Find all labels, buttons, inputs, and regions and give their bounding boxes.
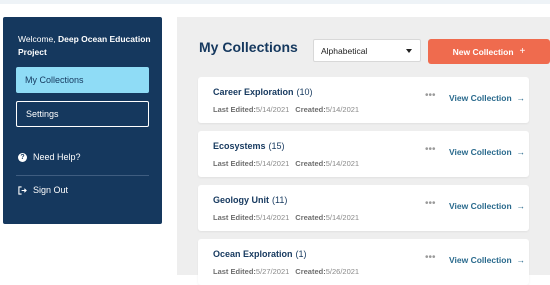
- top-strip: [0, 0, 550, 4]
- collection-card: Geology Unit (11) Last Edited:5/14/2021 Cr…: [198, 185, 529, 231]
- main-panel: My Collections Alphabetical New Collecti…: [177, 17, 550, 285]
- page-title: My Collections: [199, 39, 298, 55]
- collection-title: Ecosystems (15): [213, 141, 285, 151]
- new-collection-label: New Collection: [452, 46, 514, 57]
- collection-count: (15): [268, 141, 285, 151]
- more-dots-icon[interactable]: •••: [425, 144, 436, 155]
- last-edited-label: Last Edited:: [213, 159, 256, 168]
- view-collection-link[interactable]: View Collection →: [449, 147, 525, 157]
- view-collection-link[interactable]: View Collection →: [449, 93, 525, 103]
- nav-settings-label: Settings: [26, 109, 59, 119]
- collection-name[interactable]: Geology Unit: [213, 195, 269, 205]
- last-edited-label: Last Edited:: [213, 213, 256, 222]
- nav-my-collections-label: My Collections: [25, 75, 84, 85]
- nav-my-collections[interactable]: My Collections: [16, 67, 149, 93]
- created-value: 5/14/2021: [325, 159, 360, 168]
- more-dots-icon[interactable]: •••: [425, 252, 436, 263]
- created-label: Created:: [295, 159, 326, 168]
- nav-settings[interactable]: Settings: [16, 101, 149, 127]
- need-help-label: Need Help?: [33, 152, 81, 162]
- last-edited-value: 5/14/2021: [255, 159, 290, 168]
- collection-title: Geology Unit (11): [213, 195, 287, 205]
- plus-icon: +: [519, 46, 526, 57]
- question-circle-icon: ?: [18, 152, 27, 162]
- collection-name[interactable]: Ocean Exploration: [213, 249, 293, 259]
- collection-count: (11): [272, 195, 288, 205]
- collection-count: (1): [295, 249, 307, 259]
- last-edited-value: 5/14/2021: [255, 105, 290, 114]
- collection-card: Career Exploration (10) Last Edited:5/14/…: [198, 77, 529, 123]
- collection-meta: Last Edited:5/14/2021 Created:5/14/2021: [213, 105, 359, 114]
- collection-meta: Last Edited:5/14/2021 Created:5/14/2021: [213, 159, 359, 168]
- view-collection-label: View Collection: [449, 255, 512, 265]
- created-value: 5/14/2021: [325, 105, 360, 114]
- arrow-right-icon: →: [516, 93, 526, 103]
- created-label: Created:: [295, 213, 326, 222]
- arrow-right-icon: →: [516, 201, 526, 211]
- collection-name[interactable]: Career Exploration: [213, 87, 294, 97]
- more-dots-icon[interactable]: •••: [425, 198, 436, 209]
- collection-name[interactable]: Ecosystems: [213, 141, 266, 151]
- created-value: 5/14/2021: [325, 213, 360, 222]
- sign-out-icon: [18, 185, 27, 195]
- welcome-prefix: Welcome,: [18, 34, 58, 44]
- arrow-right-icon: →: [516, 147, 526, 157]
- collection-title: Ocean Exploration (1): [213, 249, 307, 259]
- sort-selected-value: Alphabetical: [321, 45, 368, 56]
- arrow-right-icon: →: [516, 255, 526, 265]
- more-dots-icon[interactable]: •••: [425, 90, 436, 101]
- collection-meta: Last Edited:5/14/2021 Created:5/14/2021: [213, 213, 359, 222]
- view-collection-link[interactable]: View Collection →: [449, 201, 525, 211]
- new-collection-button[interactable]: New Collection +: [428, 39, 550, 64]
- view-collection-label: View Collection: [449, 93, 512, 103]
- welcome-message: Welcome, Deep Ocean Education Project: [18, 33, 158, 59]
- view-collection-label: View Collection: [449, 147, 512, 157]
- sort-select[interactable]: Alphabetical: [313, 39, 421, 62]
- last-edited-label: Last Edited:: [213, 105, 256, 114]
- last-edited-value: 5/14/2021: [255, 213, 290, 222]
- view-collection-label: View Collection: [449, 201, 512, 211]
- collection-card: Ecosystems (15) Last Edited:5/14/2021 Crea…: [198, 131, 529, 177]
- sign-out-label: Sign Out: [33, 185, 69, 195]
- collection-card: Ocean Exploration (1) Last Edited:5/27/20…: [198, 239, 529, 285]
- collection-title: Career Exploration (10): [213, 87, 313, 97]
- created-label: Created:: [295, 105, 326, 114]
- view-collection-link[interactable]: View Collection →: [449, 255, 525, 265]
- collection-count: (10): [296, 87, 313, 97]
- sidebar: Welcome, Deep Ocean Education Project My…: [3, 17, 162, 224]
- need-help-link[interactable]: ? Need Help?: [18, 152, 81, 162]
- sign-out-link[interactable]: Sign Out: [18, 185, 68, 195]
- sidebar-divider: [16, 175, 149, 176]
- chevron-down-icon: [406, 49, 412, 53]
